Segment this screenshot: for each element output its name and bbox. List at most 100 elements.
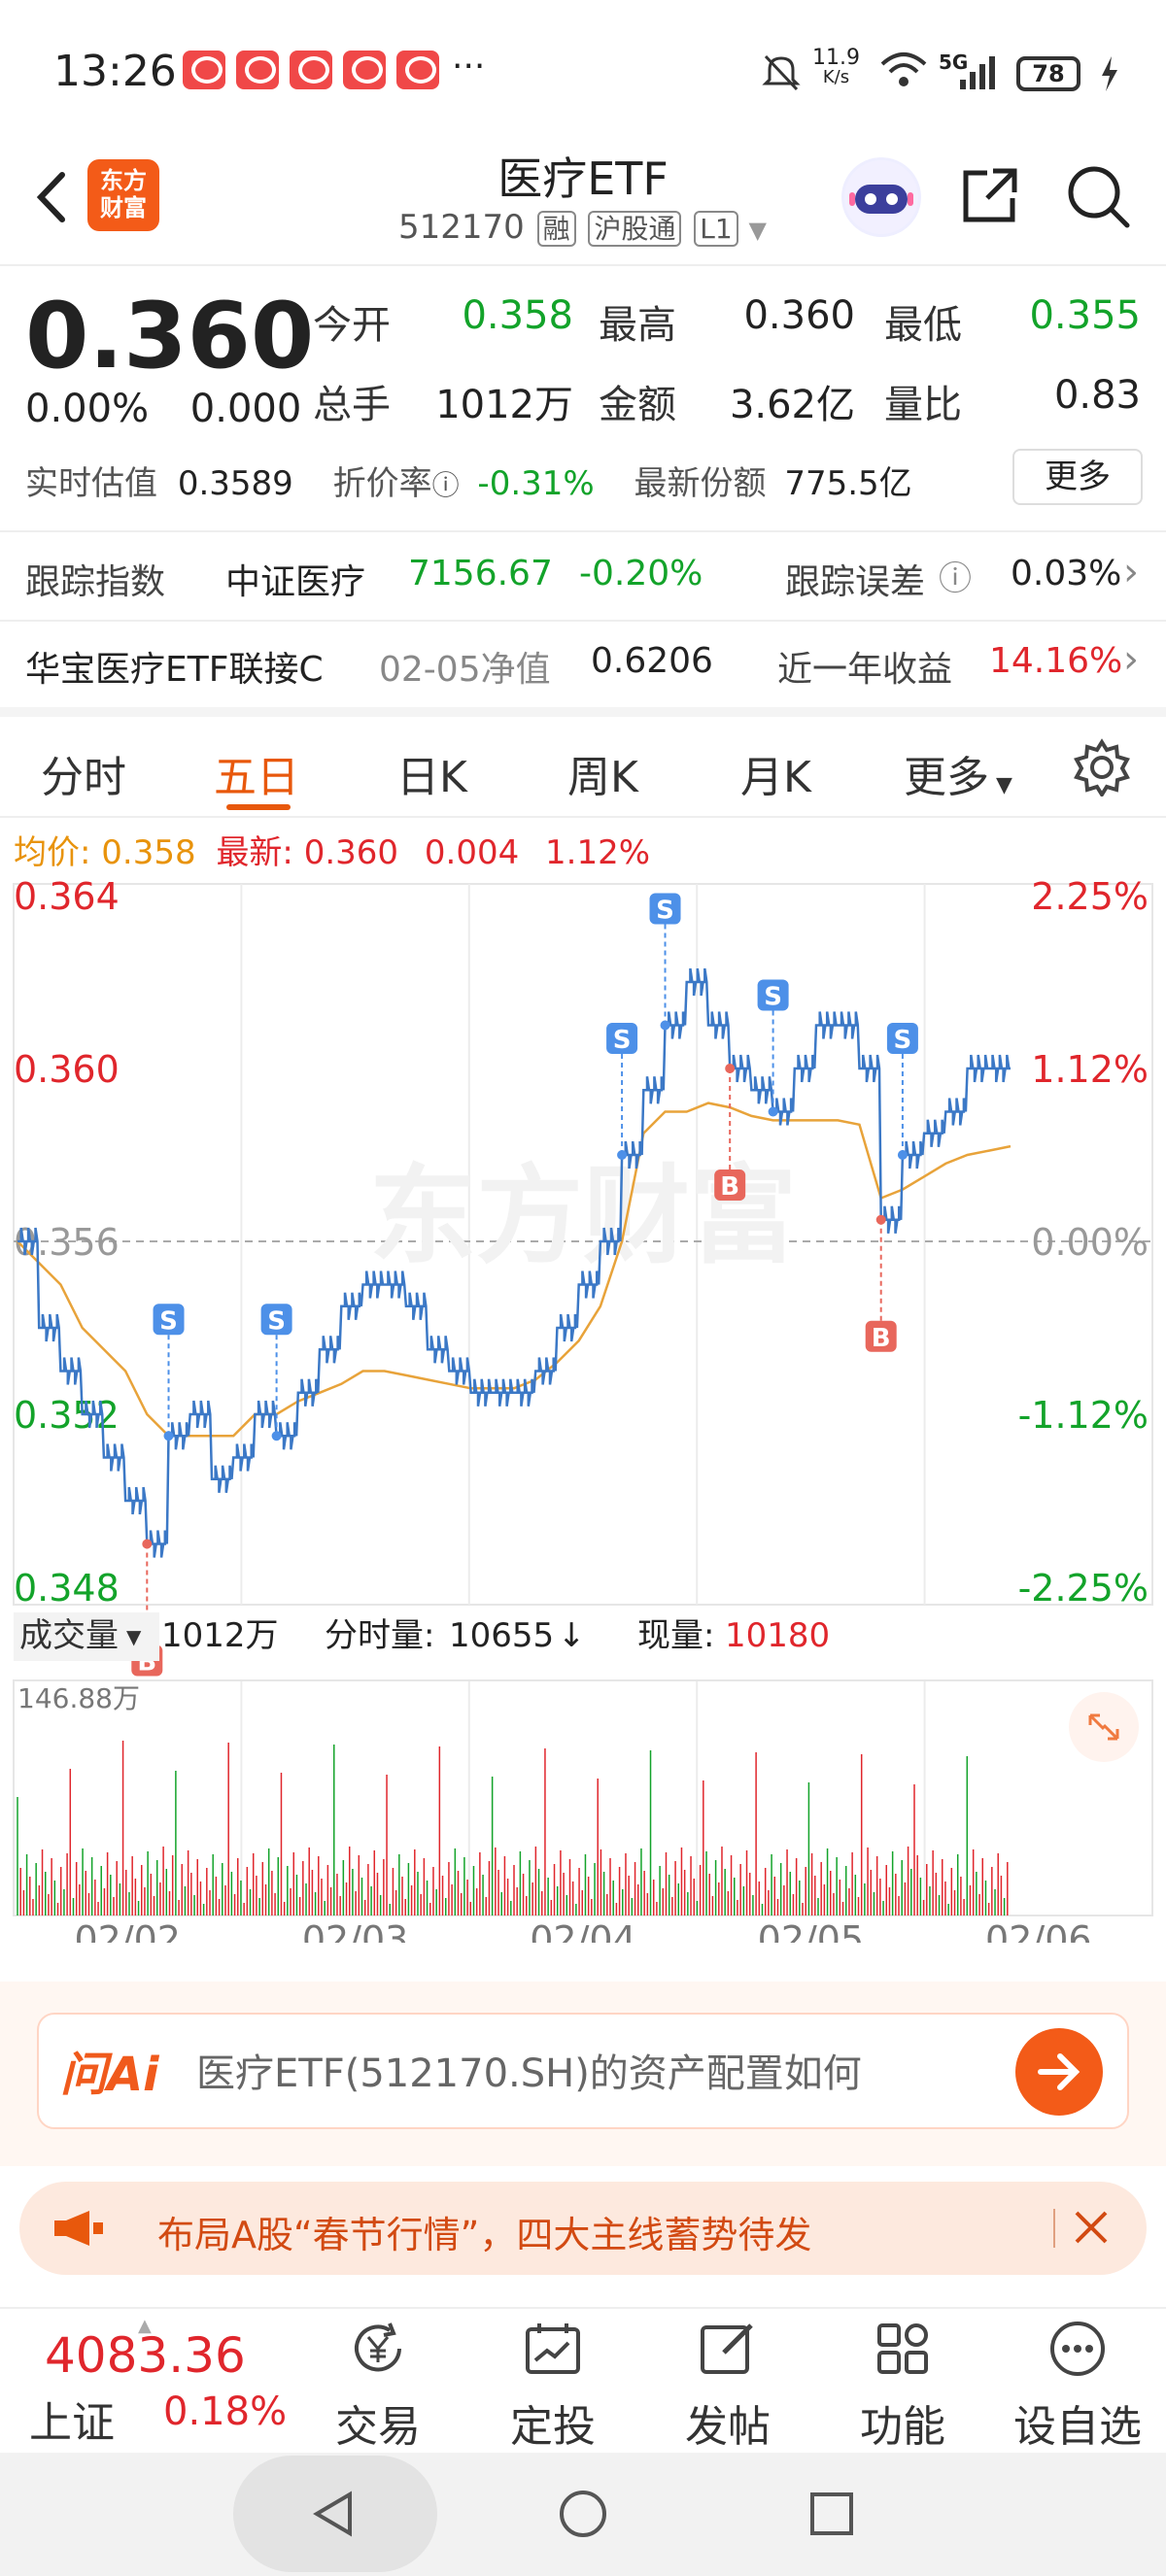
net-speed: 11.9 K/s — [812, 46, 860, 87]
percent-tick-label: 1.12% — [1031, 1048, 1149, 1091]
robot-assistant-icon[interactable] — [841, 157, 921, 237]
nav-post[interactable]: 发帖 — [655, 2318, 801, 2454]
latest-label: 最新: — [216, 833, 293, 872]
divider — [0, 264, 1166, 266]
tab-more[interactable]: 更多 ▼ — [904, 742, 1012, 804]
tab-five-day[interactable]: 五日 — [214, 742, 299, 804]
nav-invest-plan[interactable]: 定投 — [480, 2318, 626, 2454]
chart-tabs: 分时 五日 日K 周K 月K 更多 ▼ — [0, 719, 1166, 816]
chart-plan-icon — [526, 2323, 580, 2374]
high-label: 最高 — [599, 303, 676, 348]
percent-tick-label: 2.25% — [1031, 875, 1149, 918]
latest-change: 0.004 — [424, 833, 520, 872]
battery-icon: 78 — [1016, 56, 1080, 91]
ai-query-text[interactable]: 医疗ETF(512170.SH)的资产配置如何 — [196, 2042, 862, 2098]
ai-send-button[interactable] — [1015, 2028, 1103, 2116]
avg-value: 0.358 — [101, 833, 196, 872]
marker-label: S — [267, 1306, 286, 1336]
five-day-chart[interactable]: 东方财富 0.3640.3600.3560.3520.348 2.25%1.12… — [0, 874, 1166, 1943]
more-button[interactable]: 更多 — [1012, 449, 1143, 505]
avg-price-row: 均价: 0.358 最新: 0.360 0.004 1.12% — [14, 826, 650, 873]
charging-icon — [1102, 56, 1117, 91]
divider — [0, 816, 1166, 818]
tracking-index-name: 中证医疗 — [225, 562, 366, 602]
marker-dot — [271, 1431, 282, 1441]
app-notification-icon — [183, 51, 225, 89]
chevron-down-icon: ▼ — [126, 1625, 142, 1648]
marker-label: S — [159, 1306, 178, 1336]
marker-label: S — [894, 1026, 912, 1055]
stock-code: 512170 — [398, 208, 525, 247]
open-value: 0.358 — [462, 293, 573, 338]
close-icon[interactable] — [1069, 2205, 1114, 2250]
search-icon[interactable] — [1065, 163, 1133, 231]
info-icon[interactable]: ⓘ — [432, 469, 460, 501]
wifi-icon — [880, 52, 927, 86]
percent-tick-label: -1.12% — [1018, 1394, 1149, 1437]
change-amount: 0.000 — [189, 387, 302, 431]
volume-max-label: 146.88万 — [17, 1682, 140, 1714]
more-notifications-icon: ··· — [452, 47, 486, 86]
index-name[interactable]: 上证 — [29, 2388, 115, 2450]
system-recents-icon[interactable] — [806, 2489, 857, 2539]
tab-intraday[interactable]: 分时 — [41, 742, 126, 804]
open-label: 今开 — [313, 303, 391, 348]
premium-value: -0.31% — [477, 464, 595, 503]
system-home-icon[interactable] — [558, 2489, 608, 2539]
connect-tag: 沪股通 — [588, 211, 682, 247]
marker-label: S — [764, 983, 782, 1012]
marker-dot — [660, 1020, 670, 1031]
fund-return-value: 14.16% — [989, 641, 1123, 681]
mute-icon — [762, 54, 801, 91]
percent-tick-label: 0.00% — [1031, 1221, 1149, 1264]
volume-value: 1012万 — [435, 383, 573, 427]
app-notification-icon — [236, 51, 279, 89]
volume-label: 成交量 — [19, 1616, 119, 1655]
linked-fund-row[interactable]: 华宝医疗ETF联接C 02-05净值 0.6206 近一年收益 14.16% › — [0, 622, 1166, 709]
system-back-icon[interactable] — [309, 2489, 360, 2539]
volume-value: 1012万 — [161, 1616, 279, 1655]
index-value[interactable]: 4083.36 — [45, 2327, 246, 2384]
more-circle-icon — [1050, 2322, 1105, 2376]
current-price: 0.360 — [25, 284, 315, 390]
tracking-index-value: 7156.67 — [408, 554, 553, 593]
percent-tick-label: -2.25% — [1018, 1567, 1149, 1610]
marker-label: B — [720, 1172, 739, 1202]
help-icon[interactable]: ⓘ — [939, 552, 972, 599]
tracking-index-row[interactable]: 跟踪指数 中证医疗 7156.67 -0.20% 跟踪误差 ⓘ 0.03% › — [0, 532, 1166, 620]
tracking-error-value: 0.03% — [1011, 554, 1122, 593]
share-icon[interactable] — [958, 163, 1022, 227]
tracking-error-label: 跟踪误差 — [785, 562, 926, 602]
volume-label: 总手 — [313, 383, 391, 427]
tab-monthly-k[interactable]: 月K — [740, 742, 811, 804]
arrow-right-icon — [1038, 2053, 1080, 2090]
index-change[interactable]: 0.18% — [163, 2390, 287, 2434]
fund-nav-label: 02-05净值 — [379, 650, 551, 690]
fund-return-label: 近一年收益 — [777, 650, 953, 690]
margin-tag: 融 — [536, 211, 576, 247]
volume-ratio-value: 0.83 — [1053, 373, 1141, 418]
avg-label: 均价: — [14, 833, 91, 872]
marker-label: S — [613, 1026, 632, 1055]
expand-icon[interactable] — [1069, 1692, 1139, 1762]
yen-exchange-icon — [355, 2322, 401, 2372]
nav-trade[interactable]: 交易 — [305, 2318, 451, 2454]
tab-daily-k[interactable]: 日K — [396, 742, 467, 804]
stock-code-row[interactable]: 512170 融 沪股通 L1 ▼ — [398, 208, 767, 247]
shares-label: 最新份额 — [634, 464, 767, 503]
price-tick-label: 0.360 — [14, 1048, 120, 1091]
marker-dot — [875, 1214, 886, 1225]
announcement-text[interactable]: 布局A股“春节行情”，四大主线蓄势待发 — [157, 2205, 811, 2258]
signal-icon — [960, 56, 995, 89]
ai-logo: 问Ai — [60, 2048, 159, 2102]
nav-add-watchlist-label: 设自选 — [1013, 2402, 1142, 2452]
tab-weekly-k[interactable]: 周K — [567, 742, 638, 804]
nav-add-watchlist[interactable]: 设自选 — [1005, 2318, 1150, 2454]
tracking-index-change: -0.20% — [579, 554, 703, 593]
grid-icon — [877, 2323, 928, 2374]
amount-value: 3.62亿 — [729, 383, 855, 427]
settings-gear-icon[interactable] — [1073, 738, 1131, 797]
app-notification-icon — [343, 51, 386, 89]
nav-functions[interactable]: 功能 — [830, 2318, 976, 2454]
dropdown-icon[interactable]: ▼ — [749, 217, 767, 244]
